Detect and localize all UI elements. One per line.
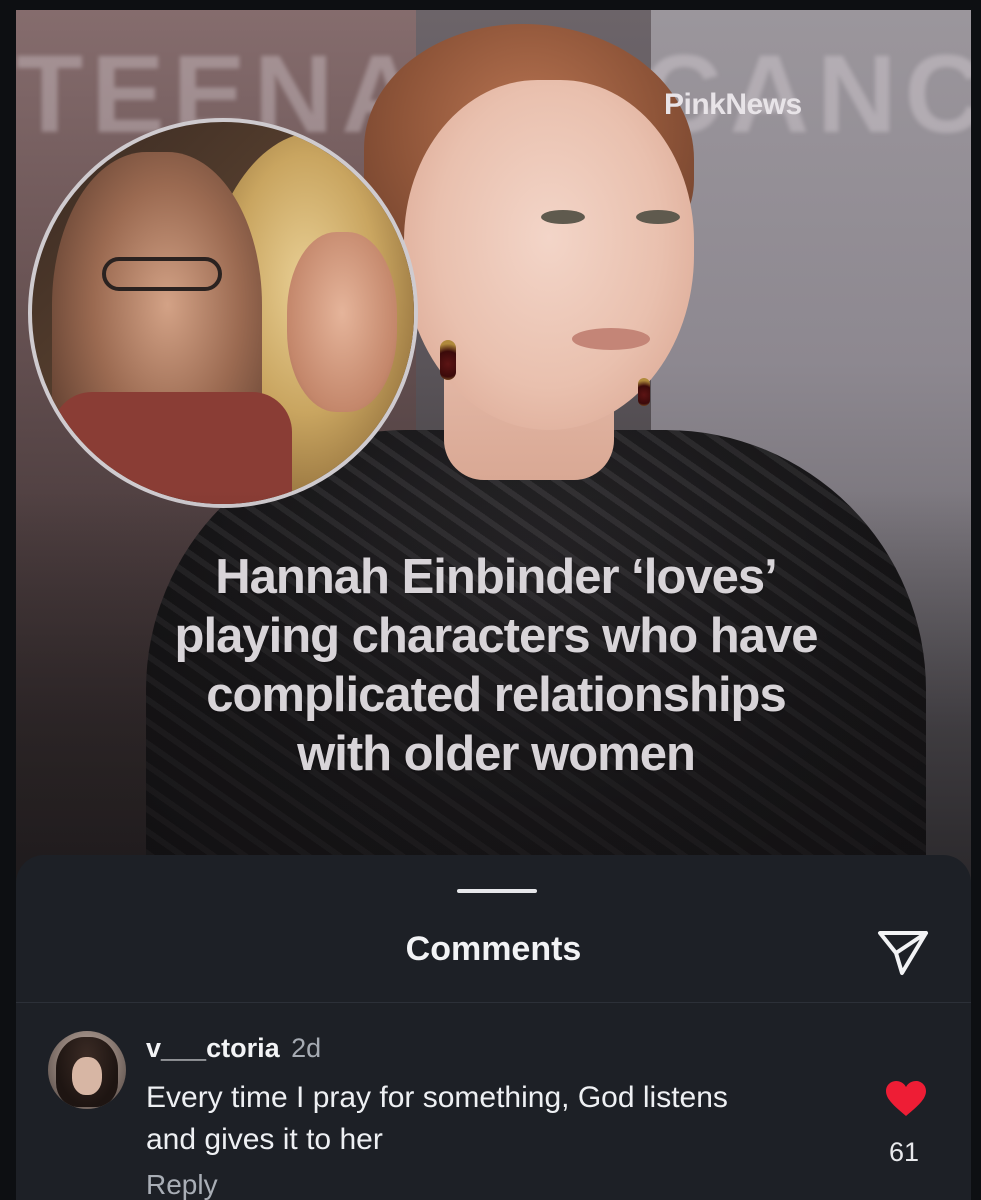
- paper-plane-icon: [878, 931, 928, 975]
- reply-button[interactable]: Reply: [146, 1169, 218, 1200]
- comments-sheet: Comments v___ctoria 2d Every time I pray…: [16, 855, 971, 1200]
- headline-line: Hannah Einbinder ‘loves’: [215, 550, 777, 604]
- post-headline: Hannah Einbinder ‘loves’ playing charact…: [46, 548, 946, 784]
- earring-left: [440, 340, 456, 380]
- share-button[interactable]: [873, 925, 933, 979]
- like-button[interactable]: [884, 1077, 928, 1121]
- comment-line: Every time I pray for something, God lis…: [146, 1081, 728, 1114]
- inset-glasses: [102, 257, 222, 291]
- headline-line: with older women: [297, 727, 696, 781]
- earring-right: [638, 378, 650, 406]
- like-count: 61: [888, 1137, 920, 1167]
- subject-eye-left: [541, 210, 585, 224]
- sheet-drag-handle[interactable]: [457, 889, 537, 893]
- comment-username[interactable]: v___ctoria: [146, 1033, 280, 1063]
- inset-still-circle: [28, 118, 418, 508]
- sheet-divider: [16, 1002, 971, 1003]
- brand-logo: PinkNews: [664, 88, 802, 121]
- headline-line: playing characters who have: [174, 609, 819, 663]
- post-image[interactable]: TEENAGE CANCER PinkNews Hannah Einbinder…: [16, 10, 971, 890]
- comment-header: v___ctoria 2d: [146, 1033, 321, 1064]
- headline-line: complicated relationships: [206, 668, 787, 722]
- subject-lips: [572, 328, 650, 350]
- inset-face-right: [287, 232, 397, 412]
- subject-eye-right: [636, 210, 680, 224]
- comment-text: Every time I pray for something, God lis…: [146, 1077, 866, 1161]
- avatar-face: [72, 1057, 102, 1095]
- app-frame: TEENAGE CANCER PinkNews Hannah Einbinder…: [16, 10, 971, 1200]
- heart-icon: [886, 1081, 926, 1116]
- avatar[interactable]: [48, 1031, 126, 1109]
- comment-line: and gives it to her: [146, 1123, 383, 1156]
- comments-title: Comments: [405, 930, 582, 968]
- comment-timestamp: 2d: [291, 1033, 322, 1063]
